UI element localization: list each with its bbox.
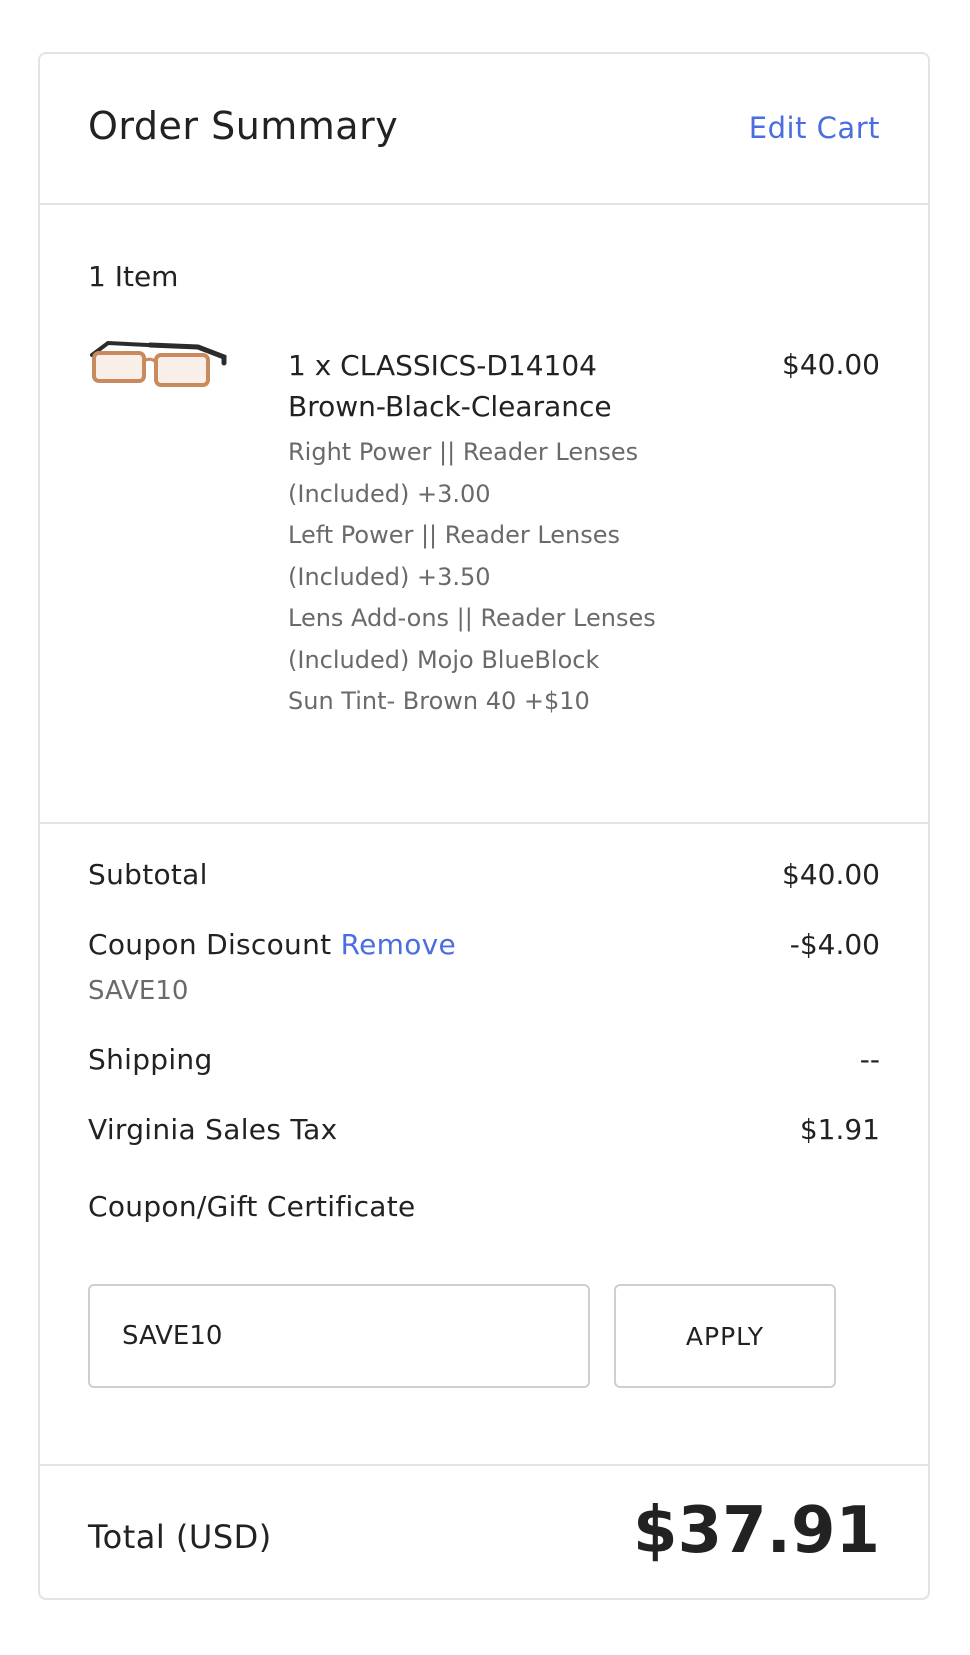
applied-coupon-code: SAVE10 [88, 976, 189, 1006]
coupon-section-label: Coupon/Gift Certificate [88, 1190, 416, 1223]
item-option-line: Left Power || Reader Lenses [288, 521, 621, 549]
coupon-code-input[interactable] [88, 1284, 590, 1388]
item-name: 1 x CLASSICS-D14104 Brown-Black-Clearanc… [288, 345, 708, 427]
subtotal-label: Subtotal [88, 858, 208, 891]
totals-section: Subtotal $40.00 Coupon Discount Remove -… [40, 824, 928, 1464]
item-option-line: Right Power || Reader Lenses [288, 438, 639, 466]
eyeglasses-icon [90, 340, 227, 387]
coupon-discount-row: Coupon Discount Remove [88, 928, 456, 961]
apply-coupon-button[interactable]: APPLY [614, 1284, 836, 1388]
cart-items-section: 1 Item 1 x CLASSICS-D14104 Brown-Black-C… [40, 205, 928, 822]
subtotal-value: $40.00 [782, 858, 880, 891]
order-summary-title: Order Summary [88, 104, 399, 148]
item-options: Right Power || Reader Lenses (Included) … [288, 432, 708, 723]
shipping-value: -- [859, 1043, 880, 1076]
item-option-line: Lens Add-ons || Reader Lenses [288, 604, 656, 632]
item-option-line: (Included) +3.00 [288, 479, 491, 508]
item-name-line-2: Brown-Black-Clearance [288, 390, 612, 423]
tax-value: $1.91 [799, 1113, 880, 1146]
item-count: 1 Item [88, 260, 179, 293]
edit-cart-link[interactable]: Edit Cart [749, 111, 880, 145]
coupon-discount-label: Coupon Discount [88, 928, 332, 961]
remove-coupon-link[interactable]: Remove [341, 928, 456, 961]
item-price: $40.00 [782, 348, 880, 381]
grand-total-section: Total (USD) $37.91 [40, 1466, 928, 1600]
item-option-line: Sun Tint- Brown 40 +$10 [288, 687, 590, 715]
item-name-line-1: 1 x CLASSICS-D14104 [288, 349, 597, 382]
shipping-label: Shipping [88, 1043, 213, 1076]
item-option-line: (Included) +3.50 [288, 562, 491, 591]
grand-total-label: Total (USD) [88, 1518, 272, 1556]
coupon-discount-value: -$4.00 [789, 928, 880, 961]
order-summary-card: Order Summary Edit Cart 1 Item 1 x CLASS… [38, 52, 930, 1600]
grand-total-value: $37.91 [633, 1494, 880, 1568]
tax-label: Virginia Sales Tax [88, 1113, 338, 1146]
order-summary-header: Order Summary Edit Cart [40, 54, 928, 203]
item-option-line: (Included) Mojo BlueBlock [288, 645, 600, 674]
